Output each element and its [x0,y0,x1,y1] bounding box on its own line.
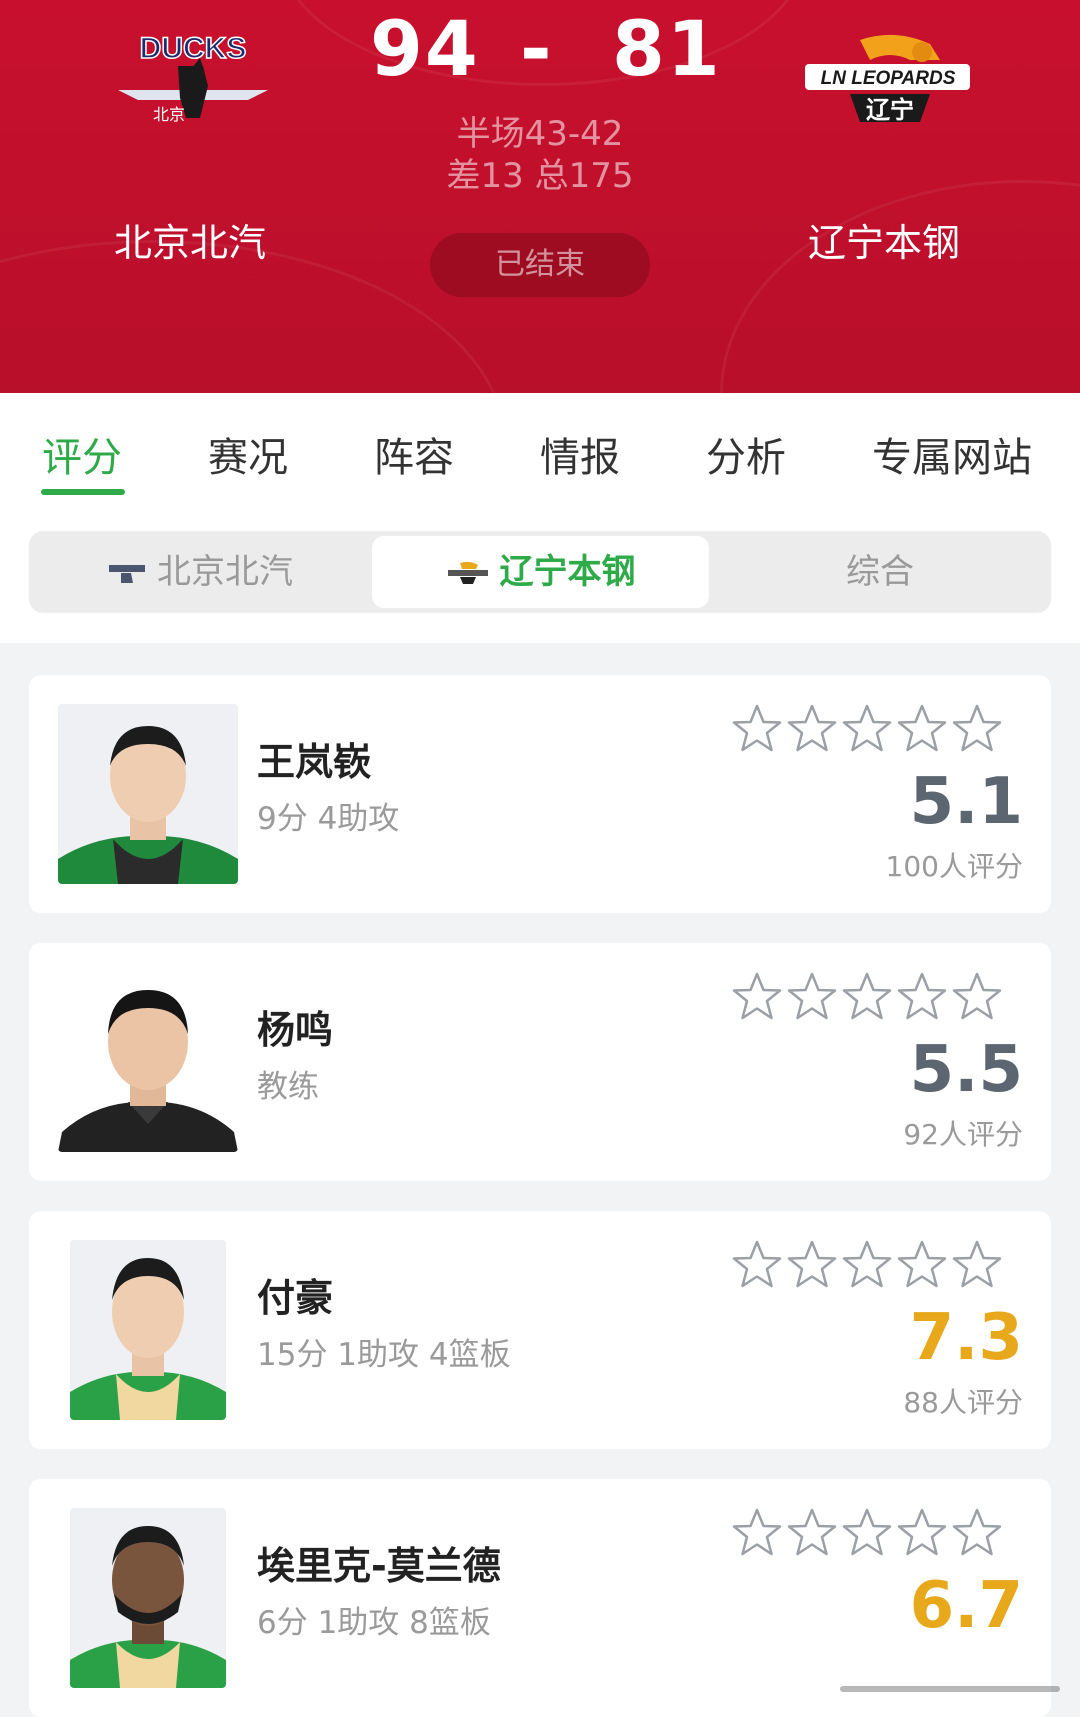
star-icon[interactable] [731,1507,783,1559]
tab-analysis[interactable]: 分析 [706,425,786,483]
segment-overall[interactable]: 综合 [713,536,1047,608]
star-icon[interactable] [786,1507,838,1559]
player-rating-card[interactable]: 付豪 15分 1助攻 4篮板 7.3 88人评分 [29,1211,1051,1449]
score-dash: - [520,4,554,93]
home-logo-text: DUCKS [140,32,247,65]
away-team-logo[interactable]: LN LEOPARDS 辽宁 [800,30,975,130]
average-rating: 7.3 [909,1301,1023,1375]
star-icon[interactable] [951,1239,1003,1291]
segment-away-team[interactable]: 辽宁本钢 [372,536,709,608]
star-icon[interactable] [896,1507,948,1559]
team-filter-area: 北京北汽 辽宁本钢 综合 [0,501,1080,643]
player-name: 王岚嵚 [257,740,372,784]
star-icon[interactable] [841,1239,893,1291]
player-rating-card[interactable]: 杨鸣 教练 5.5 92人评分 [29,943,1051,1181]
average-rating: 6.7 [909,1569,1023,1643]
star-icon[interactable] [951,703,1003,755]
star-icon[interactable] [896,971,948,1023]
player-stats: 15分 1助攻 4篮板 [257,1337,511,1373]
home-indicator [840,1686,1060,1692]
tab-live[interactable]: 赛况 [208,425,288,483]
team-segmented-control: 北京北汽 辽宁本钢 综合 [29,531,1051,613]
home-team-name[interactable]: 北京北汽 [114,212,266,267]
segment-home-label: 北京北汽 [157,552,293,592]
rating-count: 92人评分 [903,1118,1023,1151]
star-icon[interactable] [896,1239,948,1291]
rating-count: 100人评分 [885,850,1023,883]
away-logo-sub: 辽宁 [866,96,914,124]
player-stats: 6分 1助攻 8篮板 [257,1605,491,1641]
star-icon[interactable] [951,1507,1003,1559]
player-avatar [70,1508,226,1688]
active-tab-indicator [41,489,125,495]
diff-total: 差13 总175 [446,156,634,196]
tab-rating[interactable]: 评分 [42,425,122,483]
star-icon[interactable] [786,971,838,1023]
star-rating-input[interactable] [731,1239,1021,1295]
player-name: 付豪 [257,1276,334,1320]
star-icon[interactable] [896,703,948,755]
player-rating-card[interactable]: 王岚嵚 9分 4助攻 5.1 100人评分 [29,675,1051,913]
player-avatar [70,1240,226,1420]
away-logo-text: LN LEOPARDS [821,68,956,89]
coach-avatar [58,972,238,1152]
player-name: 杨鸣 [257,1008,334,1052]
match-header: DUCKS 北京 94 - 81 半场43-42 差13 总175 LN LEO… [0,0,1080,393]
tab-team-site[interactable]: 专属网站 [872,425,1032,483]
segment-home-team[interactable]: 北京北汽 [33,536,367,608]
segment-away-label: 辽宁本钢 [499,552,636,592]
star-rating-input[interactable] [731,1507,1021,1563]
star-icon[interactable] [786,703,838,755]
star-icon[interactable] [731,703,783,755]
player-avatar [58,704,238,884]
star-icon[interactable] [841,971,893,1023]
home-team-mini-logo [107,538,147,610]
star-rating-input[interactable] [731,971,1021,1027]
player-role: 教练 [257,1069,319,1105]
home-score: 94 [370,4,480,93]
rating-count: 88人评分 [903,1386,1023,1419]
star-rating-input[interactable] [731,703,1021,759]
main-tabs: 评分 赛况 阵容 情报 分析 专属网站 [0,393,1080,501]
away-team-mini-logo [446,538,490,610]
star-icon[interactable] [951,971,1003,1023]
star-icon[interactable] [731,971,783,1023]
away-team-name[interactable]: 辽宁本钢 [808,212,960,267]
average-rating: 5.1 [909,765,1023,839]
tab-lineup[interactable]: 阵容 [374,425,454,483]
average-rating: 5.5 [909,1033,1023,1107]
player-rating-card[interactable]: 埃里克-莫兰德 6分 1助攻 8篮板 6.7 [29,1479,1051,1717]
player-name: 埃里克-莫兰德 [257,1544,501,1588]
star-icon[interactable] [841,1507,893,1559]
star-icon[interactable] [786,1239,838,1291]
away-score: 81 [612,4,722,93]
star-icon[interactable] [731,1239,783,1291]
tab-intel[interactable]: 情报 [540,425,620,483]
star-icon[interactable] [841,703,893,755]
match-status-badge: 已结束 [430,233,650,297]
player-stats: 9分 4助攻 [257,801,400,837]
